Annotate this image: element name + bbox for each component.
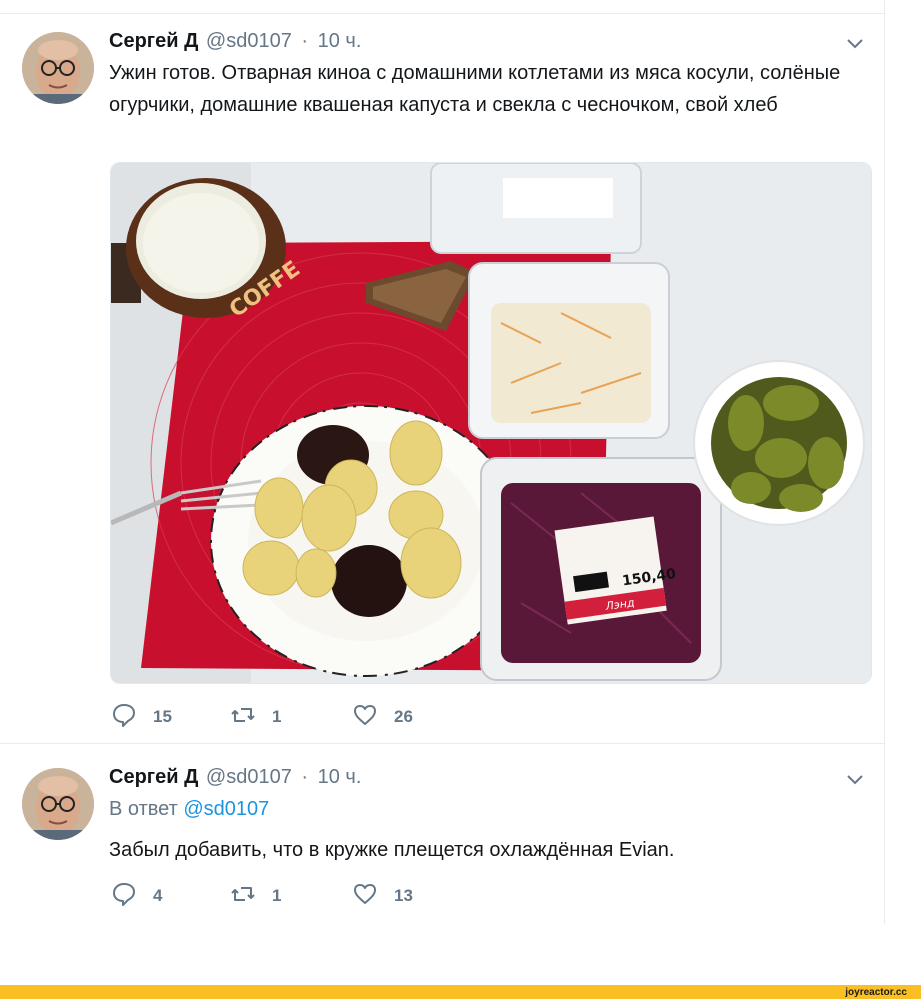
header-separator: ·: [301, 30, 309, 52]
tweet-text: Ужин готов. Отварная киноа с домашними к…: [109, 62, 841, 116]
avatar[interactable]: [22, 32, 94, 104]
author-handle[interactable]: @sd0107: [206, 30, 292, 52]
reply-button[interactable]: 4: [111, 881, 162, 911]
retweet-button[interactable]: 1: [230, 702, 281, 732]
avatar[interactable]: [22, 768, 94, 840]
reply-prefix: В ответ: [109, 798, 178, 820]
chevron-down-icon[interactable]: [844, 32, 866, 54]
like-button[interactable]: 26: [352, 702, 413, 732]
tweet-header: Сергей Д @sd0107 · 10 ч.: [109, 30, 361, 56]
tweet-text: Забыл добавить, что в кружке плещется ох…: [109, 839, 675, 861]
reply-icon: [111, 881, 137, 912]
retweet-icon: [230, 702, 256, 733]
retweet-count: 1: [272, 707, 282, 726]
chevron-down-icon[interactable]: [844, 768, 866, 790]
tweet-1[interactable]: Сергей Д @sd0107 · 10 ч. Ужин готов. Отв…: [0, 14, 884, 743]
like-button[interactable]: 13: [352, 881, 413, 911]
tweet-time[interactable]: 10 ч.: [318, 766, 362, 788]
reply-count: 4: [153, 886, 163, 905]
author-name[interactable]: Сергей Д: [109, 30, 198, 52]
retweet-icon: [230, 881, 256, 912]
timeline: Сергей Д @sd0107 · 10 ч. Ужин готов. Отв…: [0, 0, 885, 924]
author-handle[interactable]: @sd0107: [206, 766, 292, 788]
heart-icon: [352, 881, 378, 912]
reply-handle-link[interactable]: @sd0107: [183, 798, 269, 820]
retweet-count: 1: [272, 886, 282, 905]
like-count: 13: [394, 886, 413, 905]
retweet-button[interactable]: 1: [230, 881, 281, 911]
author-name[interactable]: Сергей Д: [109, 766, 198, 788]
reply-context: В ответ @sd0107: [109, 798, 269, 821]
reply-button[interactable]: 15: [111, 702, 172, 732]
tweet-photo[interactable]: COFFE 150,40 Лэнд: [110, 162, 872, 684]
reply-count: 15: [153, 707, 172, 726]
tweet-time[interactable]: 10 ч.: [318, 30, 362, 52]
tweet-2[interactable]: Сергей Д @sd0107 · 10 ч. В ответ @sd0107…: [0, 744, 884, 924]
heart-icon: [352, 702, 378, 733]
like-count: 26: [394, 707, 413, 726]
reply-icon: [111, 702, 137, 733]
watermark[interactable]: joyreactor.cc: [845, 987, 907, 998]
header-separator: ·: [301, 766, 309, 788]
tweet-header: Сергей Д @sd0107 · 10 ч.: [109, 766, 361, 792]
watermark-bar: [0, 985, 921, 999]
